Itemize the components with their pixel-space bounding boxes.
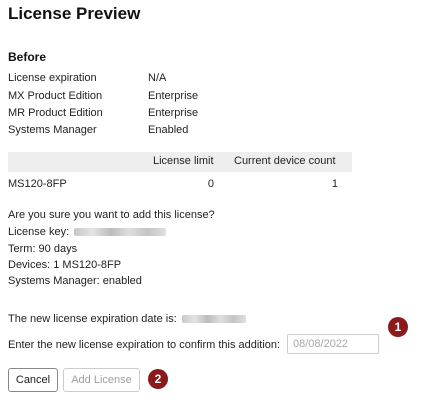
- redacted-expiration-date: [181, 315, 246, 324]
- expiration-prompt: Enter the new license expiration to conf…: [8, 339, 281, 351]
- cancel-button[interactable]: Cancel: [8, 368, 58, 392]
- column-header-current-device-count: Current device count: [234, 155, 336, 167]
- redacted-license-key: [74, 228, 167, 237]
- column-header-license-limit: License limit: [153, 155, 214, 167]
- callout-badge-2: 2: [148, 369, 168, 389]
- license-key-line: License key:: [8, 226, 167, 238]
- add-license-button[interactable]: Add License: [63, 368, 140, 392]
- new-expiration-line: The new license expiration date is:: [8, 313, 246, 325]
- before-value: Enterprise: [148, 90, 199, 102]
- page-title: License Preview: [8, 4, 141, 23]
- license-key-label: License key:: [8, 226, 70, 238]
- systems-manager-line: Systems Manager: enabled: [8, 275, 142, 287]
- expiration-date-input[interactable]: [287, 334, 379, 354]
- before-heading: Before: [8, 50, 47, 64]
- before-label: Systems Manager: [8, 124, 97, 136]
- new-expiration-label: The new license expiration date is:: [8, 313, 177, 325]
- term-line: Term: 90 days: [8, 243, 78, 255]
- devices-line: Devices: 1 MS120-8FP: [8, 259, 122, 271]
- cell-license-limit: 0: [207, 178, 214, 190]
- table-row: MS120-8FP 0 1: [8, 176, 352, 194]
- before-label: MR Product Edition: [8, 107, 103, 119]
- confirm-question: Are you sure you want to add this licens…: [8, 209, 215, 221]
- cell-current-device-count: 1: [331, 178, 338, 190]
- before-value: Enabled: [148, 124, 189, 136]
- before-row-mr-edition: MR Product Edition Enterprise: [8, 107, 308, 123]
- before-label: License expiration: [8, 72, 97, 84]
- before-value: N/A: [148, 72, 167, 84]
- license-table-header: License limit Current device count: [8, 152, 352, 172]
- before-row-mx-edition: MX Product Edition Enterprise: [8, 90, 308, 106]
- before-row-license-expiration: License expiration N/A: [8, 72, 308, 88]
- cell-model: MS120-8FP: [8, 178, 67, 190]
- before-label: MX Product Edition: [8, 90, 103, 102]
- before-value: Enterprise: [148, 107, 199, 119]
- before-row-systems-manager: Systems Manager Enabled: [8, 124, 308, 140]
- callout-badge-1: 1: [388, 317, 408, 337]
